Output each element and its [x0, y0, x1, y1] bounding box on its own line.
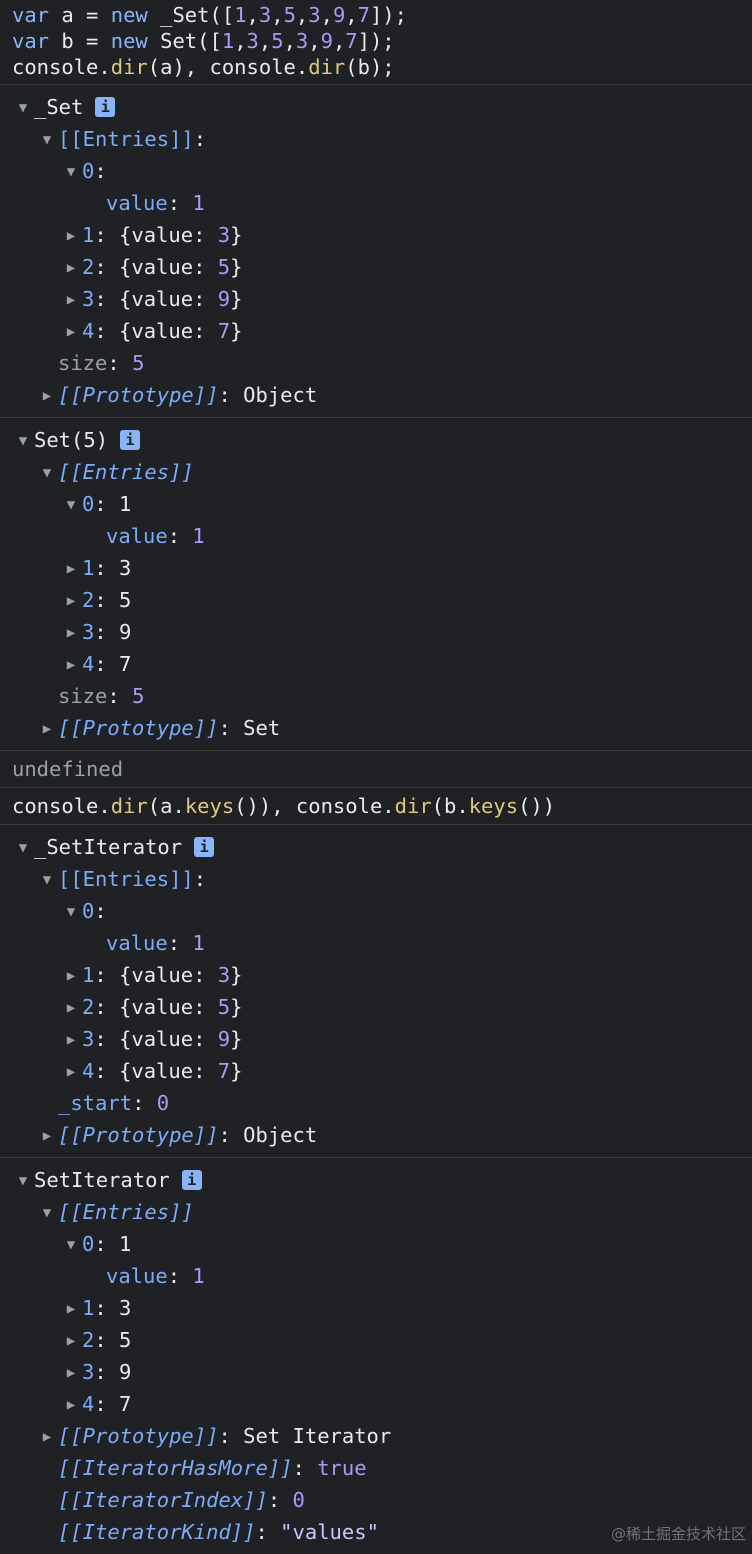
console-input-2[interactable]: console.dir(a.keys()), console.dir(b.key…: [0, 788, 752, 824]
tree-entries[interactable]: ▼ [[Entries]]:: [12, 123, 752, 155]
triangle-right-icon[interactable]: ▶: [60, 284, 82, 316]
triangle-right-icon[interactable]: ▶: [60, 252, 82, 284]
tree-entry[interactable]: ▶ 1: 3: [12, 1292, 752, 1324]
tree-size: size: 5: [58, 684, 145, 708]
triangle-right-icon[interactable]: ▶: [36, 380, 58, 412]
triangle-down-icon[interactable]: ▼: [12, 1165, 34, 1197]
triangle-down-icon[interactable]: ▼: [12, 425, 34, 457]
triangle-right-icon[interactable]: ▶: [60, 1056, 82, 1088]
tree-entry[interactable]: ▶ 2: {value: 5}: [12, 991, 752, 1023]
tree-entry[interactable]: ▶ 4: 7: [12, 1388, 752, 1420]
triangle-right-icon[interactable]: ▶: [60, 316, 82, 348]
console-return: undefined: [0, 751, 752, 787]
triangle-down-icon[interactable]: ▼: [60, 896, 82, 928]
code-line-1: var a = new _Set([1,3,5,3,9,7]);: [12, 3, 407, 27]
triangle-right-icon[interactable]: ▶: [60, 617, 82, 649]
tree-value: value: 1: [106, 524, 205, 548]
tree-iterator-index: [[IteratorIndex]]: 0: [58, 1488, 305, 1512]
tree-entry[interactable]: ▶ 4: {value: 7}: [12, 1055, 752, 1087]
object-tree-setiterator-native: ▼ SetIterator i ▼ [[Entries]] ▼ 0: 1 value: …: [0, 1158, 752, 1554]
triangle-down-icon[interactable]: ▼: [12, 92, 34, 124]
tree-entry-0[interactable]: ▼ 0:: [12, 895, 752, 927]
tree-entries[interactable]: ▼ [[Entries]]: [12, 1196, 752, 1228]
tree-prototype[interactable]: ▶ [[Prototype]]: Set Iterator: [12, 1420, 752, 1452]
triangle-down-icon[interactable]: ▼: [60, 489, 82, 521]
triangle-down-icon[interactable]: ▼: [36, 864, 58, 896]
tree-entry[interactable]: ▶ 2: 5: [12, 1324, 752, 1356]
triangle-right-icon[interactable]: ▶: [60, 220, 82, 252]
tree-entry[interactable]: ▶ 1: {value: 3}: [12, 959, 752, 991]
console-input-1[interactable]: var a = new _Set([1,3,5,3,9,7]); var b =…: [0, 0, 752, 84]
tree-entry[interactable]: ▶ 3: {value: 9}: [12, 283, 752, 315]
tree-start: _start: 0: [58, 1091, 170, 1115]
object-tree-set-custom: ▼ _Set i ▼ [[Entries]]: ▼ 0: value: 1 ▶ 1: {v…: [0, 85, 752, 417]
tree-value: value: 1: [106, 1264, 205, 1288]
triangle-right-icon[interactable]: ▶: [36, 1120, 58, 1152]
object-tree-setiterator-custom: ▼ _SetIterator i ▼ [[Entries]]: ▼ 0: value: …: [0, 825, 752, 1157]
code-line: console.dir(a.keys()), console.dir(b.key…: [12, 794, 556, 818]
triangle-right-icon[interactable]: ▶: [60, 992, 82, 1024]
code-line-2: var b = new Set([1,3,5,3,9,7]);: [12, 29, 395, 53]
tree-iterator-has-more: [[IteratorHasMore]]: true: [58, 1456, 367, 1480]
tree-header[interactable]: ▼ _SetIterator i: [12, 831, 752, 863]
triangle-right-icon[interactable]: ▶: [60, 960, 82, 992]
tree-entry[interactable]: ▶ 2: 5: [12, 584, 752, 616]
code-line-3: console.dir(a), console.dir(b);: [12, 55, 395, 79]
info-icon[interactable]: i: [181, 1170, 202, 1190]
tree-entry[interactable]: ▶ 3: {value: 9}: [12, 1023, 752, 1055]
tree-entry[interactable]: ▶ 2: {value: 5}: [12, 251, 752, 283]
tree-header[interactable]: ▼ Set(5) i: [12, 424, 752, 456]
tree-entry[interactable]: ▶ 1: 3: [12, 552, 752, 584]
tree-prototype[interactable]: ▶ [[Prototype]]: Set: [12, 712, 752, 744]
tree-value: value: 1: [106, 931, 205, 955]
triangle-right-icon[interactable]: ▶: [36, 713, 58, 745]
tree-entry[interactable]: ▶ 4: {value: 7}: [12, 315, 752, 347]
triangle-right-icon[interactable]: ▶: [60, 649, 82, 681]
triangle-right-icon[interactable]: ▶: [60, 1293, 82, 1325]
info-icon[interactable]: i: [95, 97, 116, 117]
tree-header[interactable]: ▼ SetIterator i: [12, 1164, 752, 1196]
watermark: @稀土掘金技术社区: [610, 1525, 746, 1543]
triangle-down-icon[interactable]: ▼: [60, 1229, 82, 1261]
triangle-right-icon[interactable]: ▶: [60, 1024, 82, 1056]
tree-value: value: 1: [106, 191, 205, 215]
tree-prototype[interactable]: ▶ [[Prototype]]: Object: [12, 379, 752, 411]
tree-entry-0[interactable]: ▼ 0: 1: [12, 1228, 752, 1260]
tree-entry[interactable]: ▶ 4: 7: [12, 648, 752, 680]
triangle-down-icon[interactable]: ▼: [12, 832, 34, 864]
info-icon[interactable]: i: [120, 430, 141, 450]
triangle-down-icon[interactable]: ▼: [36, 124, 58, 156]
triangle-right-icon[interactable]: ▶: [60, 585, 82, 617]
tree-size: size: 5: [58, 351, 145, 375]
triangle-right-icon[interactable]: ▶: [36, 1421, 58, 1453]
tree-entry-0[interactable]: ▼ 0: 1: [12, 488, 752, 520]
triangle-right-icon[interactable]: ▶: [60, 553, 82, 585]
tree-prototype[interactable]: ▶ [[Prototype]]: Object: [12, 1119, 752, 1151]
tree-entry-0[interactable]: ▼ 0:: [12, 155, 752, 187]
tree-entry[interactable]: ▶ 3: 9: [12, 616, 752, 648]
triangle-right-icon[interactable]: ▶: [60, 1325, 82, 1357]
triangle-down-icon[interactable]: ▼: [36, 457, 58, 489]
object-tree-set-native: ▼ Set(5) i ▼ [[Entries]] ▼ 0: 1 value: 1 ▶ 1:…: [0, 418, 752, 750]
tree-entry[interactable]: ▶ 1: {value: 3}: [12, 219, 752, 251]
tree-header[interactable]: ▼ _Set i: [12, 91, 752, 123]
triangle-right-icon[interactable]: ▶: [60, 1389, 82, 1421]
return-value: undefined: [12, 757, 124, 781]
tree-entries[interactable]: ▼ [[Entries]]:: [12, 863, 752, 895]
tree-entry[interactable]: ▶ 3: 9: [12, 1356, 752, 1388]
triangle-right-icon[interactable]: ▶: [60, 1357, 82, 1389]
tree-entries[interactable]: ▼ [[Entries]]: [12, 456, 752, 488]
triangle-down-icon[interactable]: ▼: [60, 156, 82, 188]
triangle-down-icon[interactable]: ▼: [36, 1197, 58, 1229]
info-icon[interactable]: i: [194, 837, 215, 857]
